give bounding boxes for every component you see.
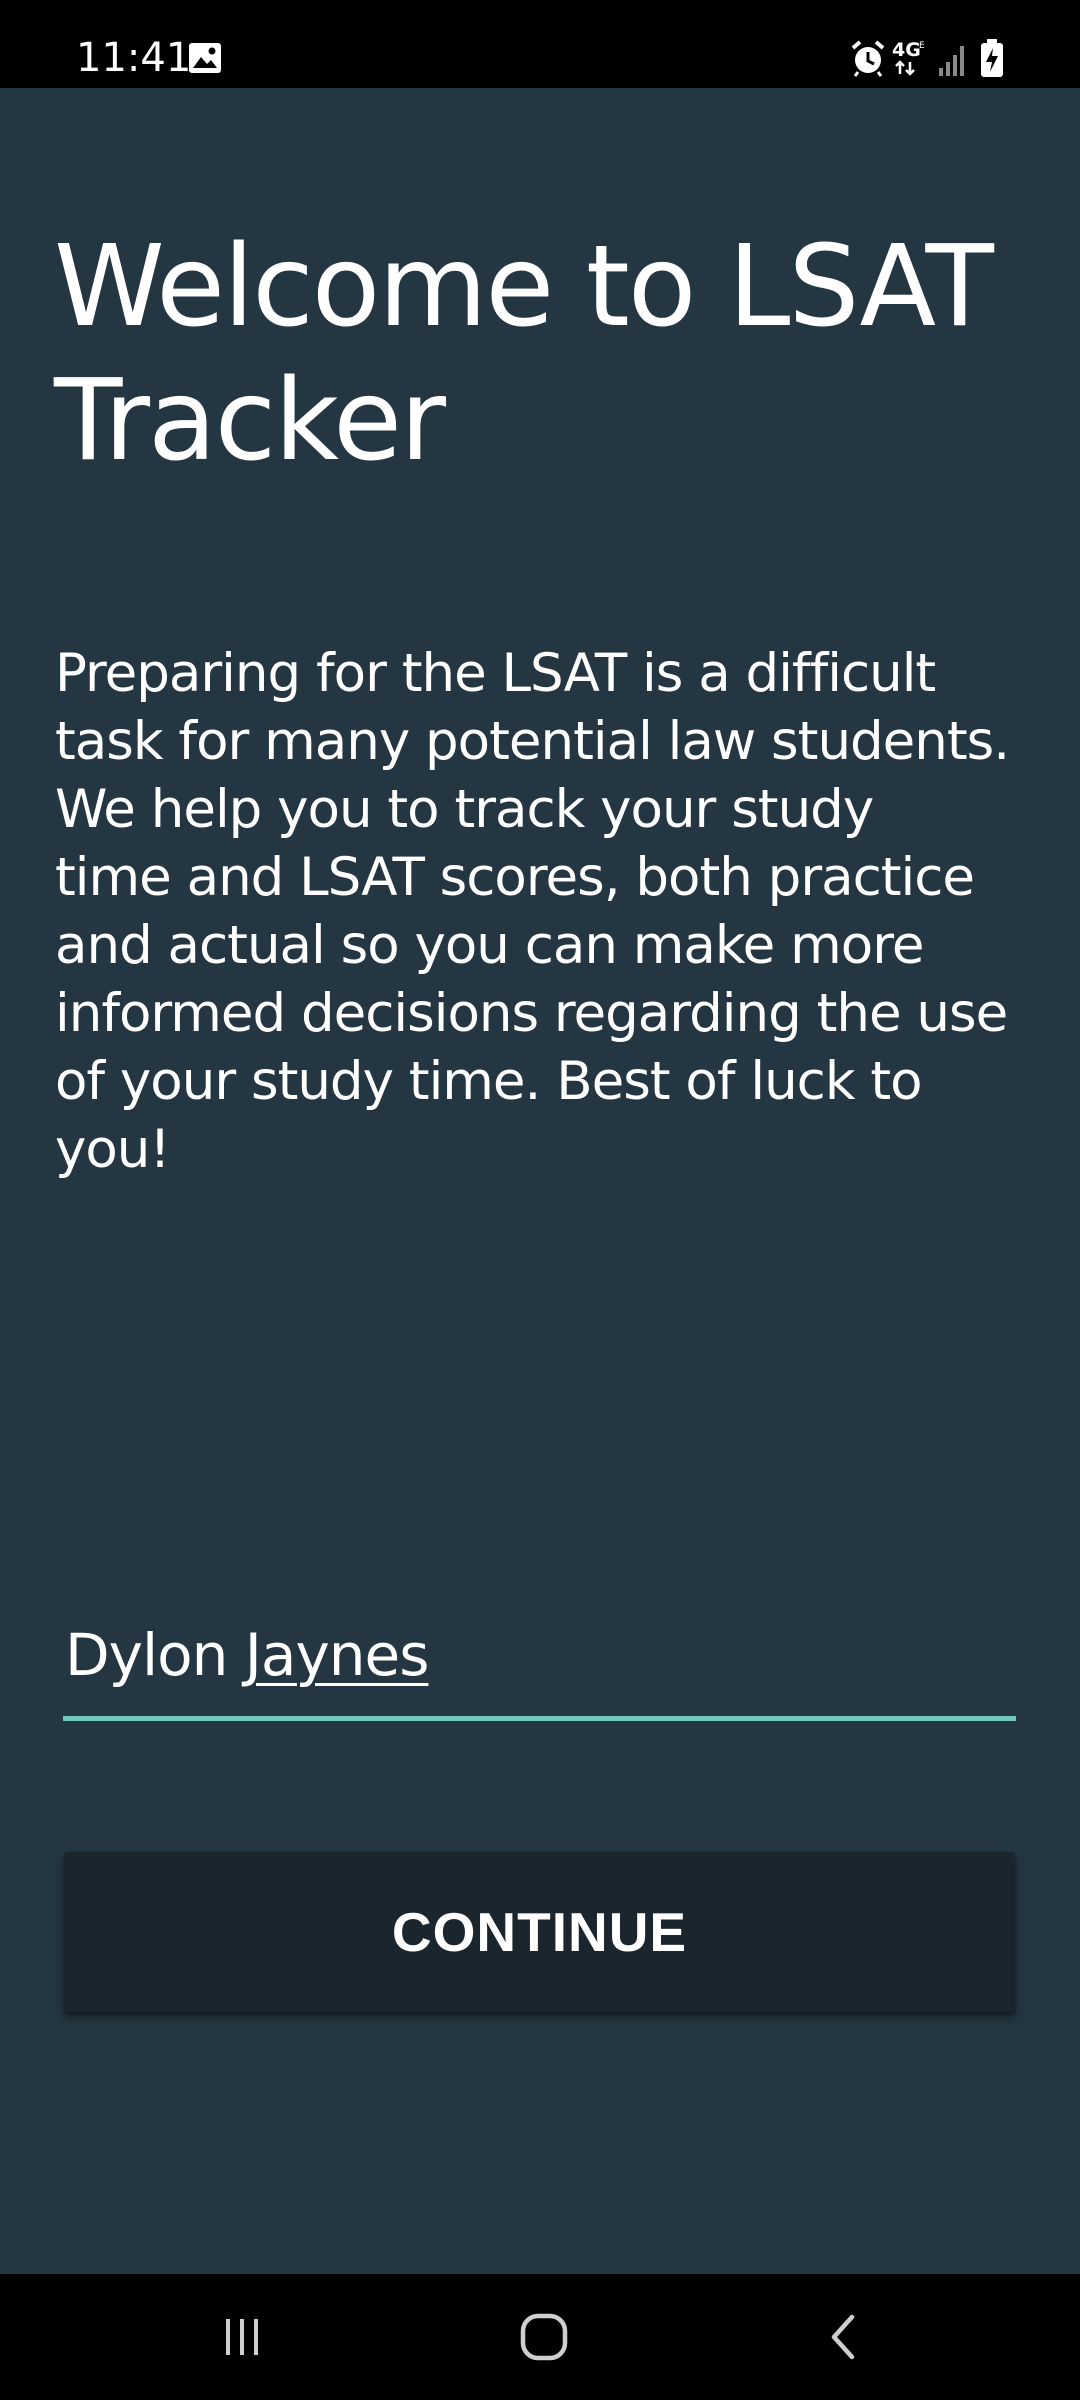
recent-apps-icon — [226, 2319, 258, 2355]
title-line: Tracker — [54, 356, 446, 486]
intro-line: you! — [55, 1119, 171, 1180]
status-time: 11:41 — [76, 35, 192, 81]
last-name-text: Jaynes — [244, 1621, 430, 1689]
intro-line: task for many potential law students. — [55, 711, 1010, 772]
intro-line: informed decisions regarding the use — [55, 983, 1008, 1044]
name-input-value[interactable]: Dylon Jaynes — [65, 1620, 430, 1690]
home-button[interactable] — [444, 2274, 644, 2400]
first-name-text: Dylon — [65, 1621, 228, 1689]
navigation-bar — [0, 2274, 1080, 2400]
battery-charging-icon — [981, 39, 1003, 77]
back-icon — [831, 2314, 855, 2360]
intro-line: time and LSAT scores, both practice — [55, 847, 975, 908]
status-bar: 11:41 4G E — [0, 0, 1080, 88]
home-icon — [520, 2313, 568, 2361]
back-button[interactable] — [744, 2274, 944, 2400]
intro-line: and actual so you can make more — [55, 915, 924, 976]
svg-text:4G: 4G — [892, 39, 921, 61]
title-line: Welcome to LSAT — [54, 222, 994, 352]
intro-line: of your study time. Best of luck to — [55, 1051, 923, 1112]
intro-line: Preparing for the LSAT is a difficult — [55, 643, 936, 704]
image-icon — [189, 43, 221, 73]
page-title: Welcome to LSAT Tracker — [54, 220, 1054, 488]
intro-text: Preparing for the LSAT is a difficult ta… — [55, 640, 1055, 1184]
alarm-icon — [851, 40, 885, 77]
recent-apps-button[interactable] — [142, 2274, 342, 2400]
name-input[interactable]: Dylon Jaynes — [63, 1598, 1016, 1721]
4g-network-icon: 4G E — [892, 39, 925, 76]
continue-button[interactable]: CONTINUE — [64, 1852, 1015, 2012]
intro-line: We help you to track your study — [55, 779, 874, 840]
signal-icon — [939, 46, 964, 76]
svg-text:E: E — [919, 41, 925, 51]
